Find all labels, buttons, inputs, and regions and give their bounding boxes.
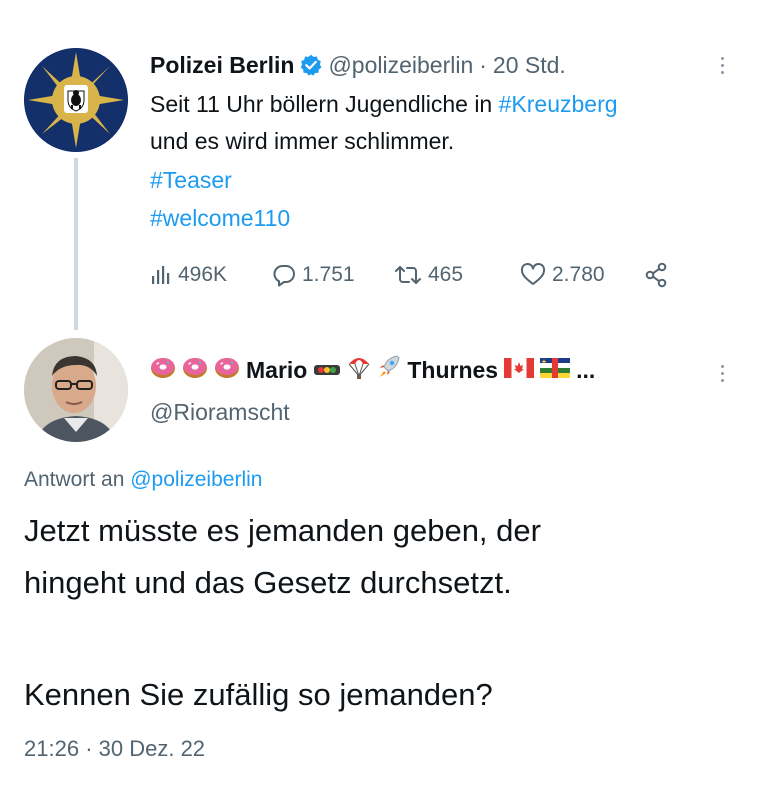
like-count: 2.780 (552, 263, 605, 286)
central-african-republic-flag-icon (540, 357, 571, 384)
hashtag-welcome110[interactable]: #welcome110 (150, 200, 290, 236)
reply-target-link[interactable]: @polizeiberlin (130, 468, 262, 491)
reply-handle[interactable]: @Rioramscht (150, 394, 290, 430)
rioramscht-avatar[interactable] (24, 338, 128, 442)
verified-badge-icon (300, 54, 322, 76)
tweet-text-line-1: Seit 11 Uhr böllern Jugendliche in #Kreu… (150, 86, 618, 122)
reply-time: 21:26 (24, 736, 80, 761)
reply-context: Antwort an @polizeiberlin (24, 464, 262, 496)
share-icon (645, 262, 667, 288)
retweet-icon (395, 266, 421, 284)
canada-flag-icon (504, 357, 535, 384)
handle[interactable]: @polizeiberlin (328, 52, 473, 79)
donut-icon (150, 354, 176, 386)
hashtag-teaser[interactable]: #Teaser (150, 162, 232, 198)
display-name-part-2: Thurnes (407, 356, 499, 383)
separator-dot: · (85, 736, 93, 761)
more-vertical-icon[interactable] (712, 356, 732, 390)
tweet-actions: 496K 1.751 465 2.780 (150, 256, 668, 294)
analytics-icon (152, 266, 170, 284)
heart-icon (520, 263, 546, 285)
polizei-berlin-avatar[interactable] (24, 48, 128, 152)
like-button[interactable]: 2.780 (520, 263, 644, 287)
reply-timestamp[interactable]: 21:26 · 30 Dez. 22 (24, 732, 205, 766)
donut-icon (214, 354, 240, 386)
reply-body-line-3: Kennen Sie zufällig so jemanden? (24, 677, 493, 712)
reply-body-line-2: hingeht und das Gesetz durchsetzt. (24, 565, 512, 600)
tweet-text: Seit 11 Uhr böllern Jugendliche in (150, 91, 499, 117)
rocket-icon (377, 354, 401, 386)
tweet-text-line-2: und es wird immer schlimmer. (150, 128, 455, 154)
display-name[interactable]: Polizei Berlin (150, 52, 294, 79)
tweet-header: Polizei Berlin @polizeiberlin · 20 Std. (150, 48, 566, 82)
reply-button[interactable]: 1.751 (272, 263, 394, 287)
donut-icon (182, 354, 208, 386)
parachute-icon (347, 354, 371, 386)
reply-body-line-1: Jetzt müsste es jemanden geben, der (24, 513, 541, 548)
hashtag-kreuzberg[interactable]: #Kreuzberg (499, 91, 618, 117)
reply-display-name[interactable]: Mario Thurnes ... (150, 352, 595, 388)
reply-icon (273, 265, 295, 287)
display-name-ellipsis: ... (576, 356, 596, 383)
separator-dot: · (479, 51, 487, 78)
police-star-badge-icon (24, 48, 128, 152)
reply-count: 1.751 (302, 263, 355, 286)
thread-connector-line (74, 158, 78, 330)
retweet-button[interactable]: 465 (394, 263, 520, 287)
display-name-part-1: Mario (246, 356, 308, 383)
share-button[interactable] (644, 262, 668, 288)
views-count: 496K (178, 263, 228, 286)
user-photo-icon (24, 338, 128, 442)
more-vertical-icon[interactable] (712, 48, 732, 82)
retweet-count: 465 (428, 263, 464, 286)
traffic-light-icon (313, 357, 341, 384)
reply-label: Antwort an (24, 468, 131, 491)
time-ago[interactable]: 20 Std. (493, 52, 566, 79)
views-button[interactable]: 496K (150, 263, 272, 287)
reply-date: 30 Dez. 22 (98, 736, 206, 761)
